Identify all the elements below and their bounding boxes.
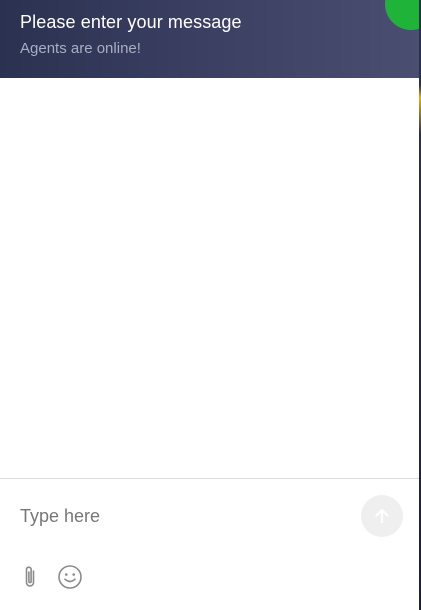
online-status-indicator [385, 0, 419, 30]
message-list[interactable] [0, 78, 419, 478]
paperclip-icon [25, 566, 35, 587]
message-composer [0, 478, 419, 610]
emoji-button[interactable] [56, 563, 84, 591]
send-button[interactable] [361, 495, 403, 537]
smiley-icon [58, 565, 82, 589]
attach-file-button[interactable] [18, 563, 42, 591]
agent-status-text: Agents are online! [20, 40, 141, 57]
chat-header: Please enter your message Agents are onl… [0, 0, 419, 78]
arrow-up-icon [375, 508, 389, 524]
composer-toolbar [18, 563, 84, 591]
header-title: Please enter your message [20, 12, 242, 32]
chat-widget: Please enter your message Agents are onl… [0, 0, 421, 610]
message-input[interactable] [20, 501, 340, 531]
